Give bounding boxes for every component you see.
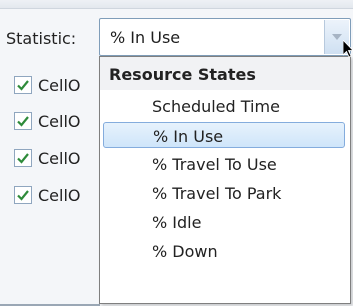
chevron-down-icon (332, 34, 342, 40)
checkmark-icon (17, 116, 29, 127)
statistic-combobox[interactable]: % In Use (99, 18, 351, 56)
option-label: % Travel To Use (152, 155, 277, 174)
checkbox-item[interactable]: CellO (14, 76, 104, 98)
dropdown-option-down[interactable]: % Down (103, 238, 345, 264)
dropdown-option-travel-to-park[interactable]: % Travel To Park (103, 180, 345, 206)
statistic-selected-value: % In Use (110, 28, 181, 47)
statistic-label: Statistic: (6, 29, 77, 48)
checkbox-item[interactable]: CellO (14, 149, 104, 171)
dropdown-option-scheduled-time[interactable]: Scheduled Time (103, 93, 345, 119)
dropdown-option-travel-to-use[interactable]: % Travel To Use (103, 151, 345, 177)
top-border-strip (0, 0, 353, 9)
checkmark-icon (17, 153, 29, 164)
dropdown-option-idle[interactable]: % Idle (103, 209, 345, 235)
option-label: % Down (152, 242, 218, 261)
checkbox-item[interactable]: CellO (14, 186, 104, 208)
dropdown-option-in-use[interactable]: % In Use (103, 122, 345, 148)
dropdown-group-header: Resource States (100, 57, 350, 90)
group-header-label: Resource States (109, 65, 256, 84)
checkbox[interactable] (14, 149, 32, 167)
statistic-panel: Statistic: % In Use CellO CellO CellO Ce… (0, 0, 353, 306)
option-label: % Idle (152, 213, 202, 232)
checkbox-item[interactable]: CellO (14, 112, 104, 134)
checkbox-item-label: CellO (38, 76, 81, 95)
checkmark-icon (17, 190, 29, 201)
option-label: % In Use (153, 127, 224, 146)
option-label: % Travel To Park (152, 184, 282, 203)
mouse-cursor-icon (343, 40, 353, 58)
checkbox-item-label: CellO (38, 186, 81, 205)
checkmark-icon (17, 80, 29, 91)
checkbox-item-label: CellO (38, 112, 81, 131)
statistic-dropdown-list: Resource States Scheduled Time % In Use … (99, 56, 351, 304)
checkbox[interactable] (14, 76, 32, 94)
checkbox[interactable] (14, 186, 32, 204)
option-label: Scheduled Time (152, 97, 280, 116)
checkbox-item-label: CellO (38, 149, 81, 168)
checkbox[interactable] (14, 112, 32, 130)
